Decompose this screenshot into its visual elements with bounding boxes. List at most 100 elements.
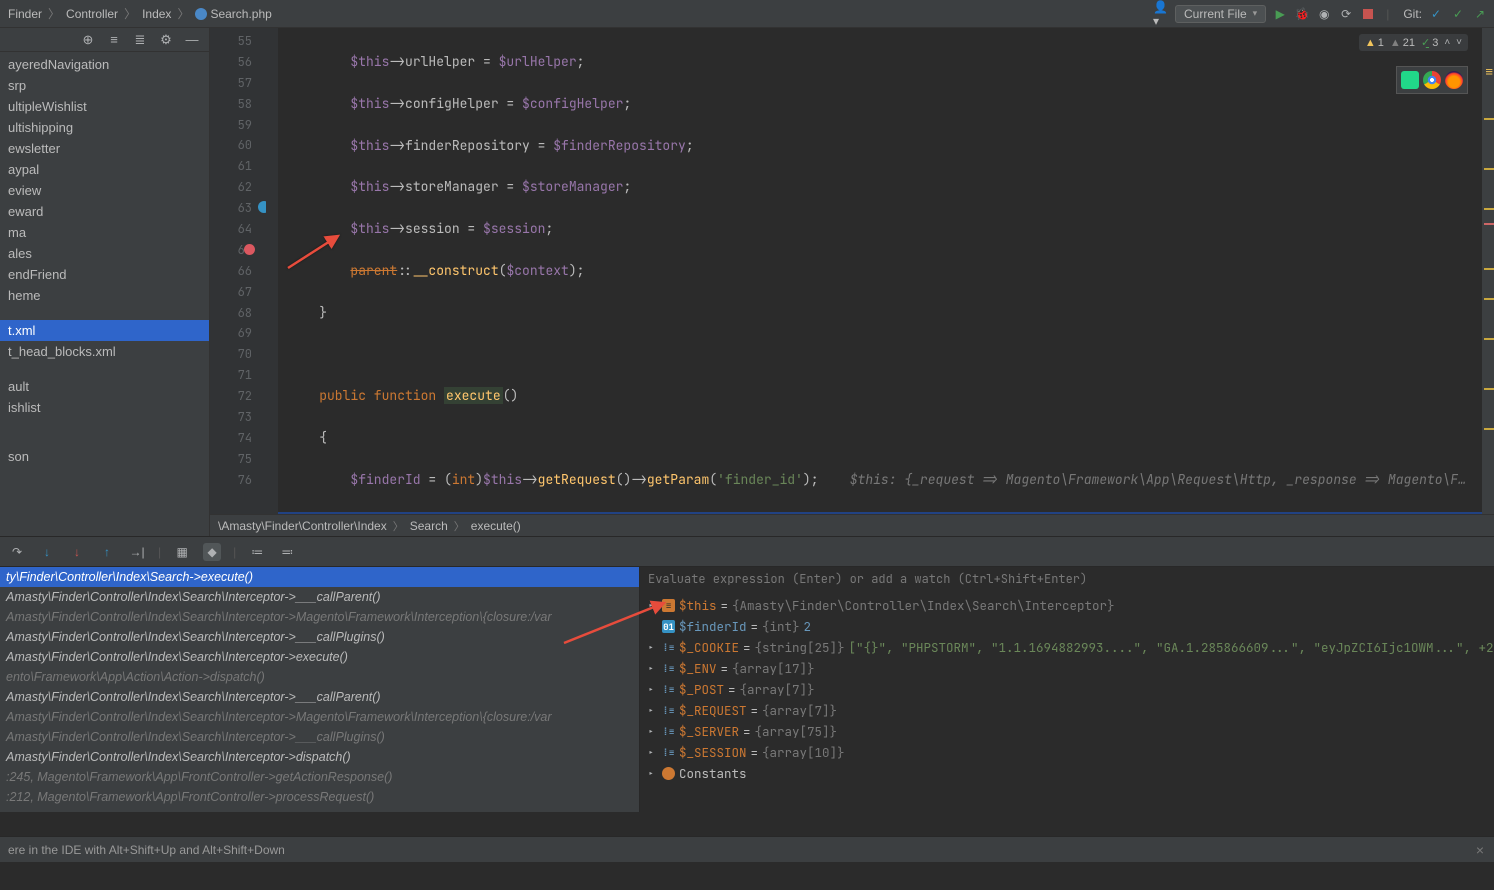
- frames-panel[interactable]: ty\Finder\Controller\Index\Search->execu…: [0, 567, 640, 812]
- expand-icon[interactable]: ▸: [648, 641, 658, 654]
- tree-item[interactable]: ultishipping: [0, 117, 209, 138]
- collapse-icon[interactable]: ≣: [133, 33, 147, 47]
- frame-row[interactable]: Amasty\Finder\Controller\Index\Search\In…: [0, 707, 639, 727]
- frame-row[interactable]: Amasty\Finder\Controller\Index\Search\In…: [0, 747, 639, 767]
- step-into-icon[interactable]: ↓: [38, 543, 56, 561]
- step-over-icon[interactable]: ↷: [8, 543, 26, 561]
- frame-row[interactable]: Amasty\Finder\Controller\Index\Search\In…: [0, 587, 639, 607]
- breadcrumb-item[interactable]: Finder: [6, 7, 44, 21]
- var-row[interactable]: ▸ ≡ $this = {Amasty\Finder\Controller\In…: [646, 595, 1494, 616]
- tree-item[interactable]: heme: [0, 285, 209, 306]
- tree-item[interactable]: ultipleWishlist: [0, 96, 209, 117]
- frame-row[interactable]: Amasty\Finder\Controller\Index\Search\In…: [0, 727, 639, 747]
- firefox-icon[interactable]: [1445, 71, 1463, 89]
- var-row[interactable]: ▸ ⁞≡ $_REQUEST = {array[7]}: [646, 700, 1494, 721]
- separator: |: [1386, 7, 1389, 21]
- update-project-button[interactable]: ✓: [1450, 6, 1466, 22]
- var-row[interactable]: ▸ ⁞≡ $_SESSION = {array[10]}: [646, 742, 1494, 763]
- frame-row[interactable]: ento\Framework\App\Action\Action->dispat…: [0, 667, 639, 687]
- expand-icon[interactable]: ▸: [648, 767, 658, 780]
- hamburger-icon[interactable]: ≡: [1485, 64, 1493, 79]
- frame-row[interactable]: :245, Magento\Framework\App\FrontControl…: [0, 767, 639, 787]
- phpstorm-icon[interactable]: [1401, 71, 1419, 89]
- tree-item[interactable]: ma: [0, 222, 209, 243]
- run-coverage-button[interactable]: ◉: [1316, 6, 1332, 22]
- array-icon: ⁞≡: [662, 683, 675, 696]
- prev-highlight-button[interactable]: ˄: [1444, 37, 1450, 48]
- editor-viewport[interactable]: 55 56 57 58 59 60 61 62 63 64 65 66 67 6…: [210, 28, 1494, 514]
- breakpoint-icon[interactable]: [244, 244, 255, 255]
- var-value: ["{}", "PHPSTORM", "1.1.1694882993....",…: [849, 639, 1494, 656]
- hide-icon[interactable]: —: [185, 33, 199, 47]
- fold-column[interactable]: [266, 28, 278, 514]
- run-button[interactable]: ▶: [1272, 6, 1288, 22]
- restore-layout-icon[interactable]: ≕: [278, 543, 296, 561]
- settings-icon[interactable]: ⚙: [159, 33, 173, 47]
- tree-item[interactable]: ales: [0, 243, 209, 264]
- debug-button[interactable]: 🐞: [1294, 6, 1310, 22]
- expand-icon[interactable]: ▸: [648, 746, 658, 759]
- breadcrumb-item[interactable]: Controller: [64, 7, 120, 21]
- frame-row[interactable]: ty\Finder\Controller\Index\Search->execu…: [0, 567, 639, 587]
- commit-button[interactable]: ✓: [1428, 6, 1444, 22]
- tree-item[interactable]: eward: [0, 201, 209, 222]
- project-tree[interactable]: ayeredNavigation srp ultipleWishlist ult…: [0, 52, 209, 536]
- tree-item[interactable]: ishlist: [0, 397, 209, 418]
- force-step-into-icon[interactable]: ↓: [68, 543, 86, 561]
- crumb-item[interactable]: \Amasty\Finder\Controller\Index: [218, 519, 387, 533]
- var-row[interactable]: 01 $finderId = {int} 2: [646, 616, 1494, 637]
- expand-icon[interactable]: ▸: [648, 599, 658, 612]
- tree-item[interactable]: ewsletter: [0, 138, 209, 159]
- expand-icon[interactable]: ▸: [648, 662, 658, 675]
- variables-tree[interactable]: ▸ ≡ $this = {Amasty\Finder\Controller\In…: [640, 591, 1494, 812]
- expand-icon[interactable]: ≡: [107, 33, 121, 47]
- close-icon[interactable]: ×: [1476, 842, 1484, 858]
- frame-row[interactable]: :212, Magento\Framework\App\FrontControl…: [0, 787, 639, 807]
- chrome-icon[interactable]: [1423, 71, 1441, 89]
- tree-item[interactable]: t.xml: [0, 320, 209, 341]
- breadcrumb: Finder 〉 Controller 〉 Index 〉 Search.php: [6, 5, 1153, 22]
- tree-item[interactable]: ayeredNavigation: [0, 54, 209, 75]
- error-stripe[interactable]: ≡: [1482, 28, 1494, 514]
- var-row[interactable]: ▸ ⁞≡ $_COOKIE = {string[25]} ["{}", "PHP…: [646, 637, 1494, 658]
- tree-item[interactable]: ault: [0, 376, 209, 397]
- crumb-item[interactable]: execute(): [471, 519, 521, 533]
- step-out-icon[interactable]: ↑: [98, 543, 116, 561]
- code-area[interactable]: $this->urlHelper = $urlHelper; $this->co…: [278, 28, 1494, 514]
- frame-row[interactable]: Amasty\Finder\Controller\Index\Search\In…: [0, 687, 639, 707]
- expand-icon[interactable]: ▸: [648, 704, 658, 717]
- inspections-widget[interactable]: ▲1 ▲21 ✓̱3 ˄ ˅: [1359, 34, 1468, 51]
- evaluate-expression-icon[interactable]: ▦: [173, 543, 191, 561]
- var-row[interactable]: ▸ Constants: [646, 763, 1494, 784]
- var-row[interactable]: ▸ ⁞≡ $_ENV = {array[17]}: [646, 658, 1494, 679]
- push-button[interactable]: ↗: [1472, 6, 1488, 22]
- tree-item[interactable]: t_head_blocks.xml: [0, 341, 209, 362]
- expand-icon[interactable]: ▸: [648, 683, 658, 696]
- frame-row[interactable]: Amasty\Finder\Controller\Index\Search\In…: [0, 647, 639, 667]
- evaluate-input[interactable]: Evaluate expression (Enter) or add a wat…: [640, 567, 1494, 591]
- frame-row[interactable]: Amasty\Finder\Controller\Index\Search\In…: [0, 627, 639, 647]
- var-row[interactable]: ▸ ⁞≡ $_POST = {array[7]}: [646, 679, 1494, 700]
- breadcrumb-item[interactable]: Index: [140, 7, 173, 21]
- run-to-cursor-icon[interactable]: →|: [128, 543, 146, 561]
- target-icon[interactable]: ⊕: [81, 33, 95, 47]
- tree-item[interactable]: srp: [0, 75, 209, 96]
- tip-text: ere in the IDE with Alt+Shift+Up and Alt…: [8, 843, 285, 857]
- run-configuration-selector[interactable]: Current File ▾: [1175, 5, 1266, 23]
- gutter[interactable]: 55 56 57 58 59 60 61 62 63 64 65 66 67 6…: [210, 28, 266, 514]
- frame-row[interactable]: Amasty\Finder\Controller\Index\Search\In…: [0, 607, 639, 627]
- profile-button[interactable]: ⟳: [1338, 6, 1354, 22]
- trace-icon[interactable]: ◆: [203, 543, 221, 561]
- user-icon[interactable]: 👤▾: [1153, 6, 1169, 22]
- var-row[interactable]: ▸ ⁞≡ $_SERVER = {array[75]}: [646, 721, 1494, 742]
- tree-item[interactable]: son: [0, 446, 209, 467]
- expand-icon[interactable]: ▸: [648, 725, 658, 738]
- crumb-item[interactable]: Search: [410, 519, 448, 533]
- stop-button[interactable]: [1360, 6, 1376, 22]
- threads-icon[interactable]: ≔: [248, 543, 266, 561]
- tree-item[interactable]: endFriend: [0, 264, 209, 285]
- breadcrumb-item[interactable]: Search.php: [193, 7, 273, 21]
- tree-item[interactable]: eview: [0, 180, 209, 201]
- next-highlight-button[interactable]: ˅: [1456, 37, 1462, 48]
- tree-item[interactable]: aypal: [0, 159, 209, 180]
